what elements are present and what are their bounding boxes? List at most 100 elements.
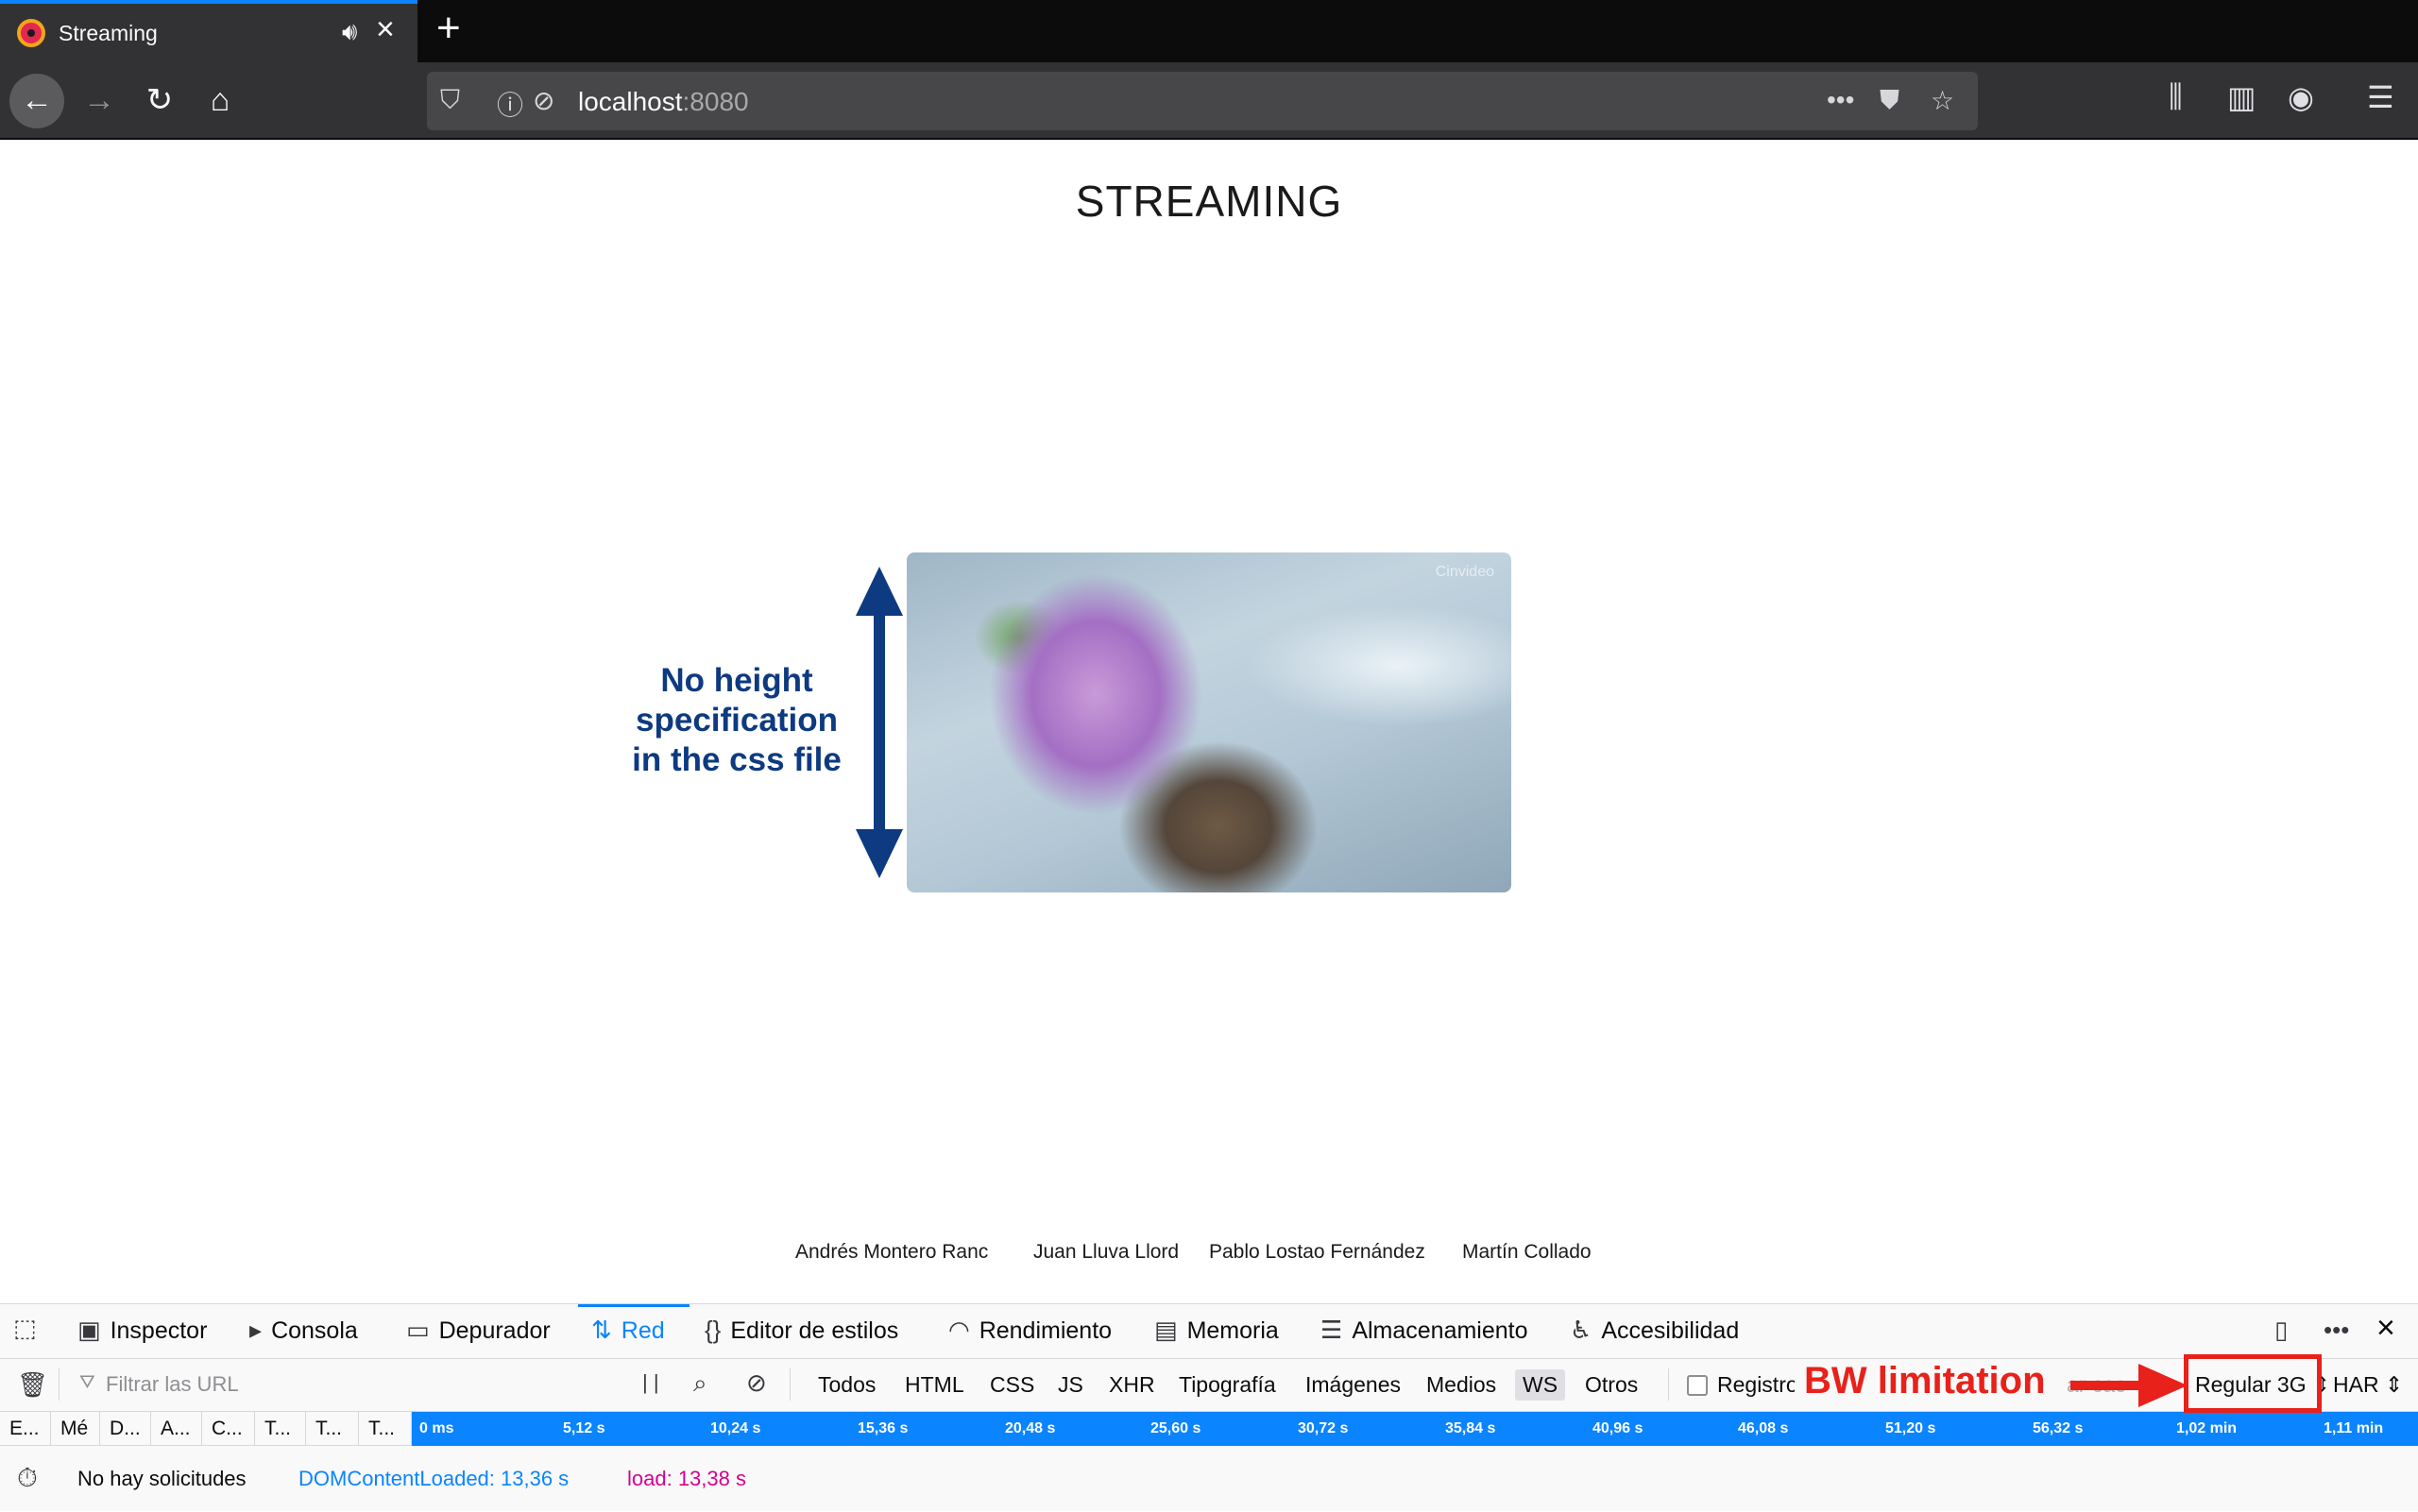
tab-console[interactable]: ▸ Consola bbox=[249, 1316, 358, 1345]
pocket-icon[interactable]: ⛊ bbox=[1880, 85, 1899, 116]
filter-fonts[interactable]: Tipografía bbox=[1171, 1369, 1284, 1401]
favicon-icon bbox=[17, 19, 45, 47]
url-text[interactable]: localhost:8080 bbox=[578, 87, 749, 117]
forward-button[interactable]: → bbox=[72, 74, 127, 128]
new-tab-button[interactable]: + bbox=[436, 8, 461, 49]
timeline-tick: 35,84 s bbox=[1445, 1420, 1496, 1436]
element-picker-icon[interactable]: ⬚ bbox=[13, 1314, 46, 1343]
author-name: Martín Collado bbox=[1462, 1241, 1592, 1263]
filter-all[interactable]: Todos bbox=[810, 1369, 883, 1401]
filter-urls-input[interactable]: Filtrar las URL bbox=[106, 1372, 239, 1397]
reload-button[interactable]: ↻ bbox=[132, 74, 187, 128]
throttle-highlight-box bbox=[2184, 1354, 2322, 1413]
tab-debugger[interactable]: ▭ Depurador bbox=[406, 1316, 551, 1345]
debugger-icon: ▭ bbox=[406, 1316, 430, 1344]
tab-title: Streaming bbox=[59, 21, 158, 45]
har-menu[interactable]: HAR ⇕ bbox=[2325, 1369, 2410, 1401]
timeline-tick: 56,32 s bbox=[2033, 1420, 2084, 1436]
timeline-tick: 15,36 s bbox=[858, 1420, 909, 1436]
author-name: Juan Lluva Llord bbox=[1033, 1241, 1180, 1263]
home-button[interactable]: ⌂ bbox=[193, 74, 247, 128]
devtools-options-icon[interactable]: ••• bbox=[2324, 1316, 2358, 1345]
responsive-mode-icon[interactable]: ▯ bbox=[2274, 1316, 2297, 1345]
devtools-tabbar: ⬚ ▣ Inspector ▸ Consola ▭ Depurador ⇅ Red {}… bbox=[0, 1304, 2418, 1359]
tab-performance[interactable]: ◠ Rendimiento bbox=[948, 1316, 1112, 1345]
timeline-tick: 20,48 s bbox=[1005, 1420, 1056, 1436]
persist-logs-checkbox[interactable] bbox=[1687, 1375, 1708, 1396]
video-player[interactable]: Cinvideo bbox=[907, 552, 1511, 892]
stopwatch-icon: ⏱︎ bbox=[17, 1463, 38, 1492]
column-header[interactable]: D... bbox=[100, 1412, 151, 1446]
autoplay-blocked-icon[interactable]: ⊘ bbox=[533, 85, 554, 116]
tab-inspector[interactable]: ▣ Inspector bbox=[77, 1316, 207, 1345]
tab-storage[interactable]: ☰ Almacenamiento bbox=[1320, 1316, 1528, 1345]
filter-js[interactable]: JS bbox=[1050, 1369, 1091, 1401]
column-header[interactable]: A... bbox=[151, 1412, 202, 1446]
filter-xhr[interactable]: XHR bbox=[1101, 1369, 1163, 1401]
timeline-tick: 5,12 s bbox=[563, 1420, 605, 1436]
page-title: STREAMING bbox=[1075, 177, 1343, 226]
storage-icon: ☰ bbox=[1320, 1316, 1343, 1344]
column-header[interactable]: T... bbox=[359, 1412, 412, 1446]
block-icon[interactable]: ⊘ bbox=[746, 1368, 767, 1398]
load-time: load: 13,38 s bbox=[627, 1467, 746, 1490]
filter-icon: ⛛ bbox=[79, 1372, 95, 1393]
tab-accessibility[interactable]: ♿︎ Accesibilidad bbox=[1570, 1316, 1739, 1345]
column-header[interactable]: C... bbox=[202, 1412, 255, 1446]
annotation-text: No height specification in the css file bbox=[632, 662, 842, 778]
close-devtools-icon[interactable]: × bbox=[2376, 1310, 2395, 1347]
timeline-tick: 10,24 s bbox=[710, 1420, 761, 1436]
timeline-tick: 40,96 s bbox=[1592, 1420, 1643, 1436]
memory-icon: ▤ bbox=[1154, 1316, 1178, 1344]
filter-other[interactable]: Otros bbox=[1577, 1369, 1645, 1401]
navigation-toolbar: ← → ↻ ⌂ ⛉ ⓘ ⊘ localhost:8080 ••• ⛊ ☆ ⫼ ▥… bbox=[0, 62, 2418, 140]
waterfall-timeline[interactable]: 0 ms 5,12 s 10,24 s 15,36 s 20,48 s 25,6… bbox=[412, 1412, 2418, 1446]
back-button[interactable]: ← bbox=[9, 74, 64, 128]
network-icon: ⇅ bbox=[591, 1316, 612, 1344]
tab-network[interactable]: ⇅ Red bbox=[591, 1316, 665, 1345]
timeline-tick: 0 ms bbox=[419, 1420, 454, 1436]
account-icon[interactable]: ◉ bbox=[2288, 79, 2314, 115]
filter-ws[interactable]: WS bbox=[1515, 1369, 1566, 1401]
timeline-tick: 1,02 min bbox=[2176, 1420, 2238, 1436]
performance-icon: ◠ bbox=[948, 1316, 970, 1344]
active-tab-indicator bbox=[578, 1304, 690, 1307]
library-icon[interactable]: ⫼ bbox=[2169, 79, 2183, 115]
url-bar[interactable]: ⛉ ⓘ ⊘ localhost:8080 ••• ⛊ ☆ bbox=[427, 72, 1978, 130]
tab-style-editor[interactable]: {} Editor de estilos bbox=[705, 1316, 898, 1345]
column-header[interactable]: E... bbox=[0, 1412, 51, 1446]
accessibility-icon: ♿︎ bbox=[1570, 1316, 1592, 1344]
column-header[interactable]: Mé bbox=[51, 1412, 100, 1446]
persist-logs-label: Registro bbox=[1717, 1372, 1795, 1397]
author-name: Pablo Lostao Fernández bbox=[1209, 1241, 1425, 1263]
menu-icon[interactable]: ☰ bbox=[2367, 79, 2394, 115]
pause-icon[interactable]: | | bbox=[642, 1370, 659, 1395]
trash-icon[interactable]: 🗑︎ bbox=[17, 1370, 48, 1400]
inspector-icon: ▣ bbox=[77, 1316, 101, 1344]
tab-streaming[interactable]: Streaming 🔊︎ × bbox=[0, 0, 417, 62]
timeline-tick: 30,72 s bbox=[1298, 1420, 1349, 1436]
filter-media[interactable]: Medios bbox=[1419, 1369, 1504, 1401]
info-icon[interactable]: ⓘ bbox=[497, 85, 523, 123]
speaker-icon[interactable]: 🔊︎ bbox=[342, 17, 357, 47]
filter-images[interactable]: Imágenes bbox=[1298, 1369, 1408, 1401]
bookmark-star-icon[interactable]: ☆ bbox=[1931, 85, 1954, 116]
close-tab-icon[interactable]: × bbox=[376, 13, 395, 45]
column-header[interactable]: T... bbox=[255, 1412, 306, 1446]
tracking-shield-icon[interactable]: ⛉ bbox=[440, 85, 460, 116]
tab-strip: Streaming 🔊︎ × + bbox=[0, 0, 2418, 62]
filter-html[interactable]: HTML bbox=[897, 1369, 972, 1401]
filter-css[interactable]: CSS bbox=[982, 1369, 1042, 1401]
network-toolbar: 🗑︎ ⛛ Filtrar las URL | | ⌕ ⊘ Todos HTML … bbox=[0, 1359, 2418, 1412]
column-header[interactable]: T... bbox=[306, 1412, 359, 1446]
page-actions-icon[interactable]: ••• bbox=[1827, 85, 1854, 115]
style-editor-icon: {} bbox=[705, 1316, 722, 1344]
dom-content-loaded: DOMContentLoaded: 13,36 s bbox=[298, 1467, 570, 1490]
sidebar-icon[interactable]: ▥ bbox=[2227, 79, 2256, 115]
timeline-tick: 25,60 s bbox=[1150, 1420, 1201, 1436]
search-icon[interactable]: ⌕ bbox=[693, 1368, 707, 1399]
network-status-bar: ⏱︎ No hay solicitudes DOMContentLoaded: … bbox=[0, 1446, 2418, 1512]
console-icon: ▸ bbox=[249, 1316, 263, 1344]
tab-memory[interactable]: ▤ Memoria bbox=[1154, 1316, 1279, 1345]
red-arrow-icon bbox=[2070, 1364, 2188, 1407]
